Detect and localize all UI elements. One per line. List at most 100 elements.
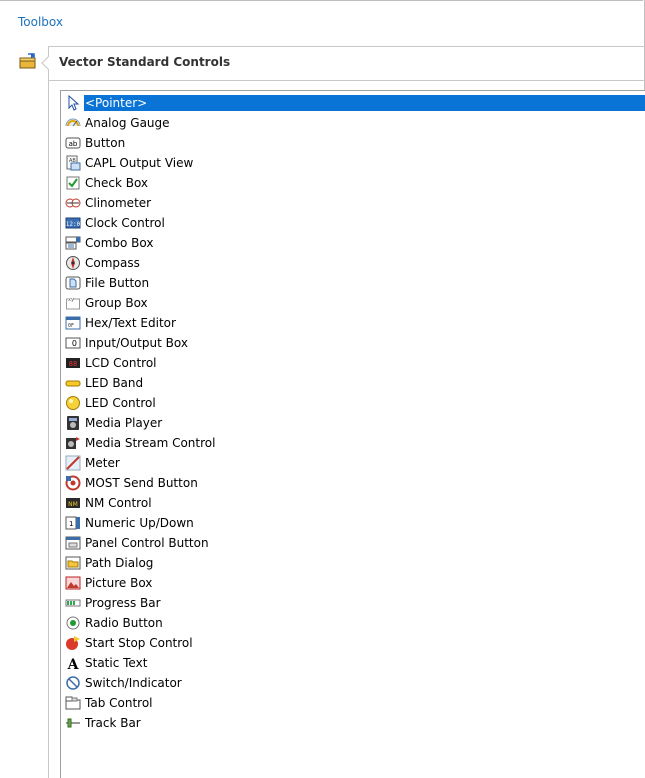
list-item-led-control[interactable]: LED Control <box>61 393 645 413</box>
item-label-container: Panel Control Button <box>84 535 645 551</box>
item-label: Static Text <box>85 656 148 670</box>
list-item-media-stream-control[interactable]: Media Stream Control <box>61 433 645 453</box>
section-title[interactable]: Vector Standard Controls <box>59 55 230 69</box>
start-stop-control-icon <box>66 636 80 650</box>
svg-text:ab: ab <box>69 140 78 148</box>
top-border <box>0 0 643 1</box>
item-label: Hex/Text Editor <box>85 316 176 330</box>
item-label: Analog Gauge <box>85 116 170 130</box>
list-item-combo-box[interactable]: Combo Box <box>61 233 645 253</box>
list-item-track-bar[interactable]: Track Bar <box>61 713 645 733</box>
item-label-container: Clock Control <box>84 215 645 231</box>
list-item-group-box[interactable]: xy Group Box <box>61 293 645 313</box>
list-item-capl-output-view[interactable]: AB CAPL Output View <box>61 153 645 173</box>
clock-control-icon: 12:0 <box>65 217 81 229</box>
item-label: Combo Box <box>85 236 154 250</box>
list-item-pointer[interactable]: <Pointer> <box>61 93 645 113</box>
item-label-container: Track Bar <box>84 715 645 731</box>
list-item-switch-indicator[interactable]: Switch/Indicator <box>61 673 645 693</box>
item-label-container: Clinometer <box>84 195 645 211</box>
list-item-path-dialog[interactable]: Path Dialog <box>61 553 645 573</box>
item-label: NM Control <box>85 496 152 510</box>
tab-control-icon <box>65 696 81 710</box>
toolbox-title[interactable]: Toolbox <box>18 15 63 29</box>
pointer-icon <box>68 95 80 111</box>
item-label: Radio Button <box>85 616 163 630</box>
media-stream-control-icon <box>66 437 80 449</box>
item-label: Button <box>85 136 126 150</box>
svg-text:0: 0 <box>72 339 77 348</box>
list-item-check-box[interactable]: Check Box <box>61 173 645 193</box>
list-item-picture-box[interactable]: Picture Box <box>61 573 645 593</box>
panel-control-button-icon <box>65 536 81 550</box>
item-label: Media Stream Control <box>85 436 216 450</box>
group-box-icon: xy <box>66 297 80 310</box>
item-label-container: Picture Box <box>84 575 645 591</box>
item-label-container: Analog Gauge <box>84 115 645 131</box>
list-item-tab-control[interactable]: Tab Control <box>61 693 645 713</box>
item-label-container: LED Band <box>84 375 645 391</box>
item-label-container: Tab Control <box>84 695 645 711</box>
item-label: <Pointer> <box>85 96 148 110</box>
item-label: Numeric Up/Down <box>85 516 194 530</box>
list-item-lcd-control[interactable]: 88 LCD Control <box>61 353 645 373</box>
item-label: Compass <box>85 256 140 270</box>
item-label-container: Group Box <box>84 295 645 311</box>
svg-text:xy: xy <box>68 297 74 303</box>
list-item-analog-gauge[interactable]: Analog Gauge <box>61 113 645 133</box>
list-item-led-band[interactable]: LED Band <box>61 373 645 393</box>
item-label: Track Bar <box>85 716 141 730</box>
list-item-panel-control-button[interactable]: Panel Control Button <box>61 533 645 553</box>
item-label-container: Start Stop Control <box>84 635 645 651</box>
item-label: File Button <box>85 276 150 290</box>
list-item-progress-bar[interactable]: Progress Bar <box>61 593 645 613</box>
item-label: Switch/Indicator <box>85 676 182 690</box>
analog-gauge-icon <box>65 118 81 127</box>
item-label: Meter <box>85 456 120 470</box>
item-label: Path Dialog <box>85 556 154 570</box>
list-item-media-player[interactable]: Media Player <box>61 413 645 433</box>
item-label: CAPL Output View <box>85 156 194 170</box>
item-label-container: Media Stream Control <box>84 435 645 451</box>
section-pointer <box>41 56 49 70</box>
switch-indicator-icon <box>66 676 80 690</box>
file-button-icon <box>65 276 81 290</box>
list-item-file-button[interactable]: File Button <box>61 273 645 293</box>
list-item-clock-control[interactable]: 12:0 Clock Control <box>61 213 645 233</box>
item-label-container: Button <box>84 135 645 151</box>
item-label-container: Static Text <box>84 655 645 671</box>
list-item-input-output-box[interactable]: 0 Input/Output Box <box>61 333 645 353</box>
item-label: LED Control <box>85 396 156 410</box>
item-label: Clinometer <box>85 196 152 210</box>
item-label-container: NM Control <box>84 495 645 511</box>
item-label: Input/Output Box <box>85 336 188 350</box>
item-label: Clock Control <box>85 216 165 230</box>
item-label-container: <Pointer> <box>84 95 645 111</box>
list-item-hex-text-editor[interactable]: 0F Hex/Text Editor <box>61 313 645 333</box>
list-item-button[interactable]: ab Button <box>61 133 645 153</box>
check-box-icon <box>66 176 80 190</box>
toolbox-section-icon[interactable] <box>19 53 37 69</box>
list-item-radio-button[interactable]: Radio Button <box>61 613 645 633</box>
list-item-meter[interactable]: Meter <box>61 453 645 473</box>
numeric-up-down-icon: 1 <box>65 516 80 530</box>
item-label-container: Switch/Indicator <box>84 675 645 691</box>
most-send-button-icon <box>65 475 81 491</box>
list-item-most-send-button[interactable]: MOST Send Button <box>61 473 645 493</box>
item-label: Check Box <box>85 176 149 190</box>
list-item-numeric-up-down[interactable]: 1 Numeric Up/Down <box>61 513 645 533</box>
item-label-container: Input/Output Box <box>84 335 645 351</box>
list-item-nm-control[interactable]: NM NM Control <box>61 493 645 513</box>
list-item-clinometer[interactable]: Clinometer <box>61 193 645 213</box>
item-label-container: Combo Box <box>84 235 645 251</box>
svg-text:A: A <box>67 657 80 671</box>
radio-button-icon <box>66 616 80 630</box>
static-text-icon: A <box>67 657 80 671</box>
list-item-start-stop-control[interactable]: Start Stop Control <box>61 633 645 653</box>
list-item-compass[interactable]: Compass <box>61 253 645 273</box>
item-label: Media Player <box>85 416 163 430</box>
controls-list[interactable]: <Pointer> Analog Gauge ab Button AB CAPL Outp… <box>60 90 645 778</box>
list-item-static-text[interactable]: A Static Text <box>61 653 645 673</box>
item-label: Picture Box <box>85 576 153 590</box>
picture-box-icon <box>65 576 81 590</box>
